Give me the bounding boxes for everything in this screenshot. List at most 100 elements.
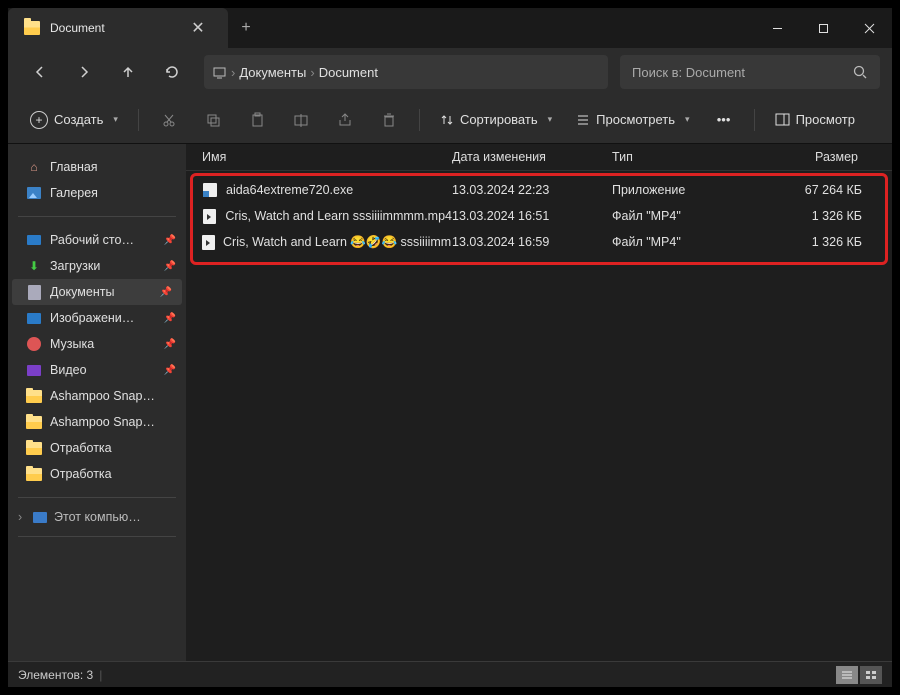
new-tab-button[interactable]: + xyxy=(228,19,264,37)
file-modified: 13.03.2024 16:51 xyxy=(452,209,612,223)
paste-button[interactable] xyxy=(237,103,277,137)
file-name: Cris, Watch and Learn 😂🤣😂 sssiiiimmm… xyxy=(223,235,452,250)
maximize-button[interactable] xyxy=(800,8,846,48)
view-icon xyxy=(576,113,590,127)
sidebar-item-gallery[interactable]: Галерея xyxy=(8,180,186,206)
sidebar-item-folder[interactable]: Отработка xyxy=(8,435,186,461)
details-view-button[interactable] xyxy=(836,666,858,684)
view-label: Просмотреть xyxy=(596,112,675,127)
sidebar-item-desktop[interactable]: Рабочий сто…📌 xyxy=(8,227,186,253)
minimize-button[interactable] xyxy=(754,8,800,48)
delete-button[interactable] xyxy=(369,103,409,137)
sidebar-label: Этот компью… xyxy=(54,510,141,524)
separator xyxy=(18,536,176,537)
cut-button[interactable] xyxy=(149,103,189,137)
sidebar-item-video[interactable]: Видео📌 xyxy=(8,357,186,383)
mp4-icon xyxy=(202,208,217,224)
sidebar-item-music[interactable]: Музыка📌 xyxy=(8,331,186,357)
file-row[interactable]: aida64extreme720.exe 13.03.2024 22:23 Пр… xyxy=(194,177,884,203)
sort-button[interactable]: Сортировать ▾ xyxy=(430,103,562,137)
copy-button[interactable] xyxy=(193,103,233,137)
sidebar-item-documents[interactable]: Документы📌 xyxy=(12,279,182,305)
grid-icon xyxy=(865,670,877,680)
chevron-down-icon: ▾ xyxy=(548,114,553,125)
chevron-right-icon: › xyxy=(310,65,314,80)
close-button[interactable] xyxy=(846,8,892,48)
pin-icon: 📌 xyxy=(164,339,176,350)
mp4-icon xyxy=(202,234,215,250)
file-size: 1 326 КБ xyxy=(762,235,872,249)
sidebar-label: Рабочий сто… xyxy=(50,233,134,247)
breadcrumb-item[interactable]: Документы xyxy=(239,65,306,80)
address-bar[interactable]: › Документы › Document xyxy=(204,55,608,89)
separator xyxy=(138,109,139,131)
column-header-size[interactable]: Размер xyxy=(762,150,872,164)
file-name: aida64extreme720.exe xyxy=(226,183,353,197)
file-modified: 13.03.2024 16:59 xyxy=(452,235,612,249)
sidebar-label: Видео xyxy=(50,363,87,377)
refresh-button[interactable] xyxy=(152,54,192,90)
sidebar-label: Загрузки xyxy=(50,259,100,273)
more-button[interactable]: ••• xyxy=(704,103,744,137)
view-button[interactable]: Просмотреть ▾ xyxy=(566,103,699,137)
sidebar-label: Главная xyxy=(50,160,98,174)
sidebar-label: Изображени… xyxy=(50,311,134,325)
sidebar: ⌂Главная Галерея Рабочий сто…📌 ⬇Загрузки… xyxy=(8,144,186,661)
navbar: › Документы › Document Поиск в: Document xyxy=(8,48,892,96)
file-modified: 13.03.2024 22:23 xyxy=(452,183,612,197)
separator xyxy=(419,109,420,131)
sort-label: Сортировать xyxy=(460,112,538,127)
gallery-icon xyxy=(26,185,42,201)
share-button[interactable] xyxy=(325,103,365,137)
sidebar-item-folder[interactable]: Ashampoo Snap… xyxy=(8,383,186,409)
file-size: 1 326 КБ xyxy=(762,209,872,223)
sort-icon xyxy=(440,113,454,127)
chevron-down-icon: ▾ xyxy=(113,114,118,125)
column-header-name[interactable]: Имя xyxy=(202,150,452,164)
resize-handle-icon[interactable]: ︿ xyxy=(534,146,543,159)
column-header-type[interactable]: Тип xyxy=(612,150,762,164)
up-button[interactable] xyxy=(108,54,148,90)
monitor-icon xyxy=(212,65,227,80)
sidebar-item-downloads[interactable]: ⬇Загрузки📌 xyxy=(8,253,186,279)
file-row[interactable]: Cris, Watch and Learn sssiiiimmmm.mp4 13… xyxy=(194,203,884,229)
status-count: Элементов: 3 xyxy=(18,668,93,682)
tab-title: Document xyxy=(50,21,174,35)
sidebar-label: Галерея xyxy=(50,186,98,200)
images-icon xyxy=(26,310,42,326)
search-icon xyxy=(853,65,868,80)
plus-circle-icon: + xyxy=(30,111,48,129)
music-icon xyxy=(26,336,42,352)
home-icon: ⌂ xyxy=(26,159,42,175)
close-tab-icon[interactable]: ✕ xyxy=(184,18,212,38)
back-button[interactable] xyxy=(20,54,60,90)
file-row[interactable]: Cris, Watch and Learn 😂🤣😂 sssiiiimmm… 13… xyxy=(194,229,884,255)
breadcrumb-item[interactable]: Document xyxy=(319,65,378,80)
preview-icon xyxy=(775,113,790,126)
forward-button[interactable] xyxy=(64,54,104,90)
preview-button[interactable]: Просмотр xyxy=(765,103,865,137)
sidebar-label: Документы xyxy=(50,285,114,299)
content-pane: ︿ Имя Дата изменения Тип Размер aida64ex… xyxy=(186,144,892,661)
explorer-window: Document ✕ + › Документы › Document Поис… xyxy=(8,8,892,687)
sidebar-item-folder[interactable]: Отработка xyxy=(8,461,186,487)
sidebar-item-home[interactable]: ⌂ Главная xyxy=(8,154,186,180)
documents-icon xyxy=(26,284,42,300)
rename-button[interactable] xyxy=(281,103,321,137)
body: ⌂Главная Галерея Рабочий сто…📌 ⬇Загрузки… xyxy=(8,144,892,661)
sidebar-label: Отработка xyxy=(50,441,112,455)
column-header-modified[interactable]: Дата изменения xyxy=(452,150,612,164)
file-type: Файл "MP4" xyxy=(612,209,762,223)
file-type: Файл "MP4" xyxy=(612,235,762,249)
create-button[interactable]: + Создать ▾ xyxy=(20,103,128,137)
sidebar-item-folder[interactable]: Ashampoo Snap… xyxy=(8,409,186,435)
thumbnail-view-button[interactable] xyxy=(860,666,882,684)
sidebar-item-thispc[interactable]: Этот компью… xyxy=(8,504,186,530)
desktop-icon xyxy=(26,232,42,248)
sidebar-label: Отработка xyxy=(50,467,112,481)
search-input[interactable]: Поиск в: Document xyxy=(620,55,880,89)
sidebar-item-images[interactable]: Изображени…📌 xyxy=(8,305,186,331)
window-tab[interactable]: Document ✕ xyxy=(8,8,228,48)
video-icon xyxy=(26,362,42,378)
download-icon: ⬇ xyxy=(26,258,42,274)
